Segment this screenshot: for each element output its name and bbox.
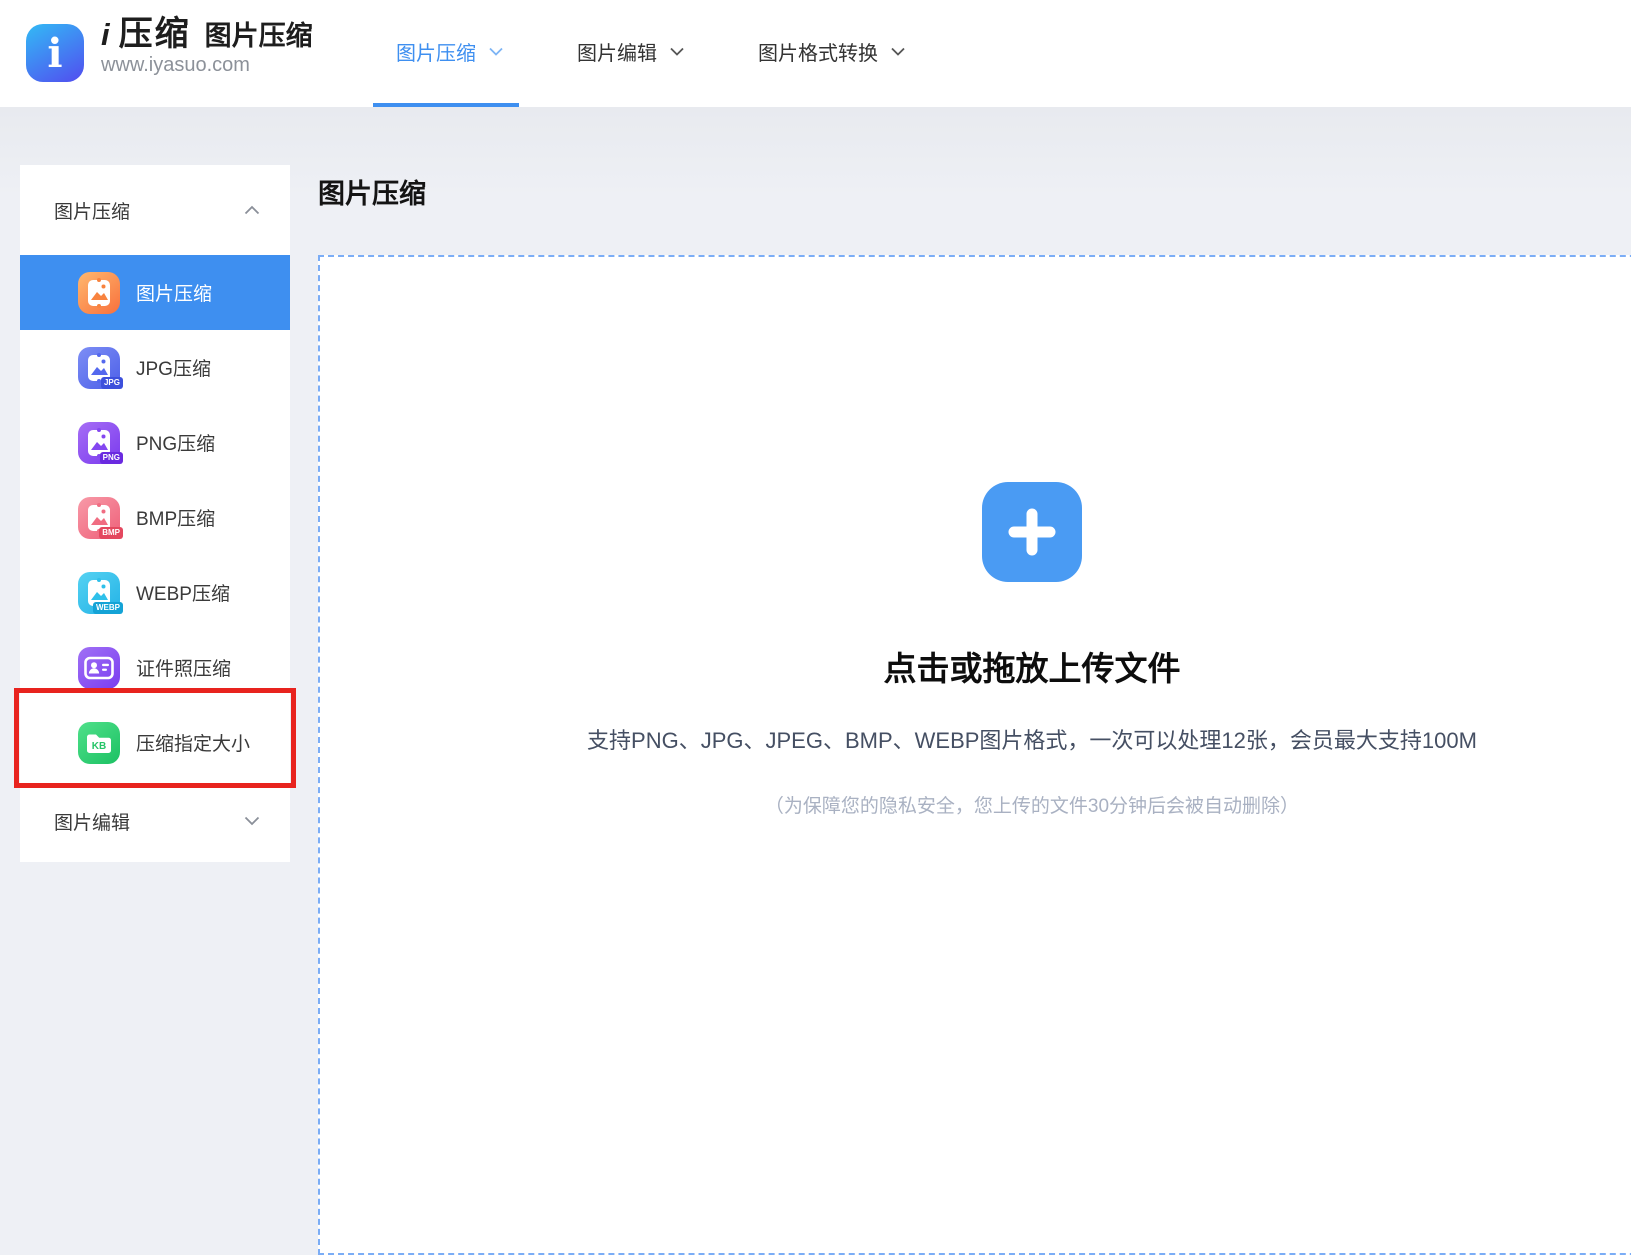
bmp-badge: BMP bbox=[99, 527, 123, 539]
jpg-compress-icon: JPG bbox=[78, 347, 120, 389]
nav-item-label: 图片压缩 bbox=[396, 37, 476, 66]
sidebar-section-image-edit[interactable]: 图片编辑 bbox=[20, 780, 290, 862]
png-compress-icon: PNG bbox=[78, 422, 120, 464]
sidebar-item-label: 压缩指定大小 bbox=[136, 729, 250, 756]
nav-item-image-compress[interactable]: 图片压缩 bbox=[371, 0, 528, 103]
brand-text: i 压缩 图片压缩 www.iyasuo.com bbox=[101, 17, 313, 76]
upload-dropzone[interactable]: 点击或拖放上传文件 支持PNG、JPG、JPEG、BMP、WEBP图片格式，一次… bbox=[318, 255, 1631, 1255]
sidebar-item-label: WEBP压缩 bbox=[136, 579, 230, 606]
brand-url: www.iyasuo.com bbox=[101, 54, 313, 76]
top-nav: 图片压缩 图片编辑 图片格式转换 bbox=[371, 0, 930, 103]
upload-formats-note: 支持PNG、JPG、JPEG、BMP、WEBP图片格式，一次可以处理12张，会员… bbox=[320, 723, 1631, 755]
sidebar-item-label: BMP压缩 bbox=[136, 504, 215, 531]
upload-cta-text: 点击或拖放上传文件 bbox=[320, 642, 1631, 690]
chevron-down-icon bbox=[489, 47, 503, 56]
sidebar-item-webp-compress[interactable]: WEBP WEBP压缩 bbox=[20, 555, 290, 630]
sidebar-item-compress-to-size[interactable]: KB 压缩指定大小 bbox=[20, 705, 290, 780]
chevron-down-icon bbox=[670, 47, 684, 56]
brand-logo-letter: i bbox=[47, 30, 62, 77]
nav-item-label: 图片编辑 bbox=[577, 37, 657, 66]
sidebar-item-id-photo-compress[interactable]: 证件照压缩 bbox=[20, 630, 290, 705]
sidebar-section-label: 图片压缩 bbox=[54, 197, 130, 224]
chevron-up-icon bbox=[244, 205, 260, 215]
sidebar-item-image-compress[interactable]: 图片压缩 bbox=[20, 255, 290, 330]
page-title: 图片压缩 bbox=[318, 172, 426, 211]
webp-compress-icon: WEBP bbox=[78, 572, 120, 614]
jpg-badge: JPG bbox=[101, 377, 123, 389]
sidebar: 图片压缩 图片压缩 JPG JPG压缩 bbox=[20, 165, 290, 862]
header: i i 压缩 图片压缩 www.iyasuo.com 图片压缩 图片编辑 图片格… bbox=[0, 0, 1631, 107]
active-tab-indicator bbox=[373, 103, 519, 107]
webp-badge: WEBP bbox=[93, 602, 123, 614]
add-files-button[interactable] bbox=[982, 482, 1082, 582]
sidebar-item-label: JPG压缩 bbox=[136, 354, 211, 381]
brand-logo-icon[interactable]: i bbox=[26, 24, 84, 82]
kb-size-icon: KB bbox=[78, 722, 120, 764]
sidebar-item-label: 证件照压缩 bbox=[136, 654, 231, 681]
sidebar-item-png-compress[interactable]: PNG PNG压缩 bbox=[20, 405, 290, 480]
sidebar-item-bmp-compress[interactable]: BMP BMP压缩 bbox=[20, 480, 290, 555]
plus-icon bbox=[1004, 504, 1060, 560]
sidebar-item-label: 图片压缩 bbox=[136, 279, 212, 306]
sidebar-section-image-compress[interactable]: 图片压缩 bbox=[20, 165, 290, 255]
kb-icon-text: KB bbox=[92, 741, 106, 752]
nav-item-label: 图片格式转换 bbox=[758, 37, 878, 66]
chevron-down-icon bbox=[891, 47, 905, 56]
chevron-down-icon bbox=[244, 816, 260, 826]
brand-title-main: 压缩 bbox=[119, 17, 191, 51]
nav-item-image-edit[interactable]: 图片编辑 bbox=[552, 0, 709, 103]
image-compress-icon bbox=[78, 272, 120, 314]
sidebar-section-label: 图片编辑 bbox=[54, 808, 130, 835]
png-badge: PNG bbox=[100, 452, 123, 464]
id-photo-icon bbox=[78, 647, 120, 689]
brand-title-sub: 图片压缩 bbox=[205, 23, 313, 50]
brand-title-i: i bbox=[101, 19, 110, 50]
sidebar-item-label: PNG压缩 bbox=[136, 429, 215, 456]
bmp-compress-icon: BMP bbox=[78, 497, 120, 539]
upload-privacy-note: （为保障您的隐私安全，您上传的文件30分钟后会被自动删除） bbox=[320, 791, 1631, 818]
sidebar-item-jpg-compress[interactable]: JPG JPG压缩 bbox=[20, 330, 290, 405]
brand-title: i 压缩 图片压缩 bbox=[101, 17, 313, 51]
nav-item-format-convert[interactable]: 图片格式转换 bbox=[733, 0, 930, 103]
